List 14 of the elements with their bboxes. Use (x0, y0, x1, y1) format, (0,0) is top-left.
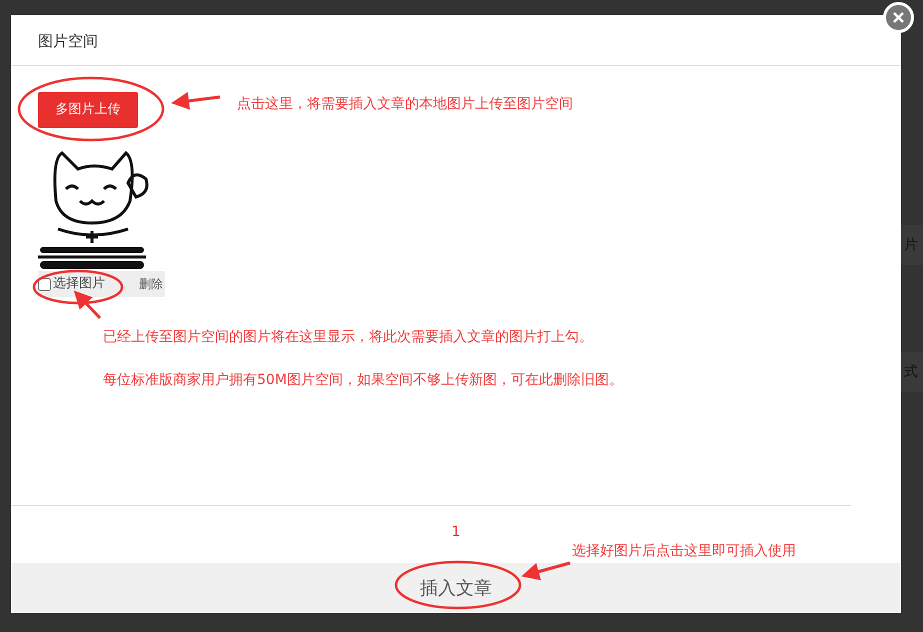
annotation-note: 点击这里，将需要插入文章的本地图片上传至图片空间 (237, 94, 573, 114)
upload-button[interactable]: 多图片上传 (38, 92, 138, 128)
delete-button[interactable]: 删除 (129, 275, 163, 293)
close-icon (892, 11, 905, 24)
pointer-arrow (171, 92, 220, 110)
annotation-note: 已经上传至图片空间的图片将在这里显示，将此次需要插入文章的图片打上勾。 (103, 328, 594, 347)
annotation-note: 选择好图片后点击这里即可插入使用 (572, 542, 796, 561)
pointer-arrow (521, 562, 570, 580)
page-number[interactable]: 1 (448, 522, 464, 543)
pointer-arrow (74, 290, 102, 320)
checkbox[interactable] (38, 278, 51, 290)
annotation-note: 每位标准版商家用户拥有50M图片空间，如果空间不够上传新图，可在此删除旧图。 (103, 371, 624, 390)
insert-article-button[interactable]: 插入文章 (414, 574, 498, 602)
checkbox-label[interactable]: 选择图片 (53, 274, 105, 294)
